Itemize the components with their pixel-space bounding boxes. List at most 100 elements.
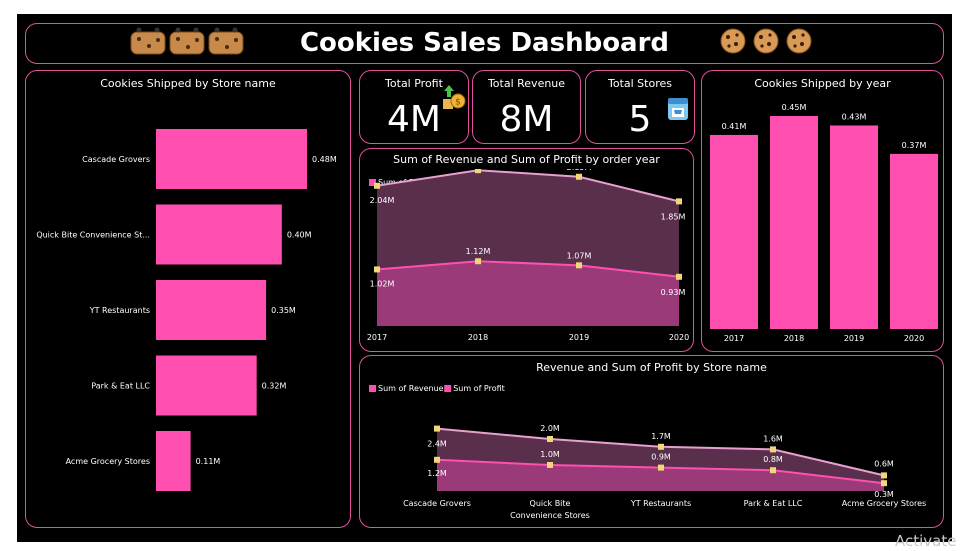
data-label: 0.9M <box>651 453 671 462</box>
data-point <box>770 467 776 474</box>
bar <box>156 204 282 265</box>
x-tick-label: Convenience Stores <box>510 511 590 520</box>
data-point <box>770 446 776 453</box>
data-label: 0.6M <box>874 459 894 468</box>
chart-title: Cookies Shipped by year <box>754 77 891 90</box>
category-label: Quick Bite Convenience St... <box>36 231 150 240</box>
legend-swatch <box>369 385 376 392</box>
legend-swatch <box>444 385 452 392</box>
bar <box>830 125 878 329</box>
data-point <box>658 443 664 450</box>
data-label: 0.48M <box>312 155 337 164</box>
data-point <box>434 456 440 463</box>
data-point <box>475 169 481 174</box>
data-point <box>434 425 440 432</box>
bar <box>156 355 257 416</box>
legend-label: Sum of Revenue <box>378 384 444 393</box>
cookie-icon <box>719 26 814 60</box>
category-label: Acme Grocery Stores <box>66 457 150 466</box>
kpi-total-revenue[interactable]: Total Revenue 8M <box>472 70 581 144</box>
chart-title: Sum of Revenue and Sum of Profit by orde… <box>393 153 660 166</box>
data-label: 0.45M <box>782 103 807 112</box>
data-point <box>475 258 481 265</box>
bar <box>156 431 191 491</box>
data-point <box>576 262 582 269</box>
revenue-profit-year-panel: Sum of Revenue and Sum of Profit by orde… <box>359 148 694 352</box>
kpi-label: Total Revenue <box>487 77 566 90</box>
x-tick-label: 2018 <box>784 334 804 343</box>
kpi-total-profit[interactable]: Total Profit 4M $ <box>359 70 469 144</box>
data-label: 0.43M <box>842 112 867 121</box>
data-point <box>676 273 682 280</box>
activate-watermark: Activate <box>895 532 957 550</box>
x-tick-label: 2019 <box>844 334 864 343</box>
data-label: 1.7M <box>651 432 671 441</box>
bar <box>156 280 267 340</box>
data-point <box>576 173 582 180</box>
x-tick-label: YT Restaurants <box>630 499 691 508</box>
data-label: 1.0M <box>540 450 560 459</box>
category-label: YT Restaurants <box>89 306 150 315</box>
data-label: 0.8M <box>763 455 783 464</box>
cookie-jar-icon <box>129 26 254 60</box>
svg-text:$: $ <box>455 98 461 108</box>
x-tick-label: 2017 <box>367 333 387 342</box>
data-point <box>881 472 887 479</box>
bar <box>156 129 307 189</box>
data-label: 1.85M <box>661 212 686 221</box>
data-label: 0.37M <box>902 141 927 150</box>
year-shipped-panel: Cookies Shipped by year 0.41M 2017 0.45M 20… <box>701 70 944 352</box>
x-tick-label: Quick Bite <box>530 499 571 508</box>
data-label: 0.40M <box>287 231 312 240</box>
category-label: Cascade Grovers <box>82 155 150 164</box>
kpi-total-stores[interactable]: Total Stores 5 <box>585 70 695 144</box>
data-point <box>547 462 553 468</box>
chart-title: Revenue and Sum of Profit by Store name <box>536 361 767 374</box>
data-label: 2.0M <box>540 424 560 433</box>
revenue-area <box>377 170 679 277</box>
chart-title: Cookies Shipped by Store name <box>100 77 276 90</box>
bar <box>770 116 818 329</box>
data-label: 2.04M <box>370 196 395 205</box>
data-label: 0.35M <box>271 306 296 315</box>
data-point <box>374 182 380 189</box>
x-tick-label: 2020 <box>669 333 689 342</box>
legend-label: Sum of Profit <box>453 384 505 393</box>
header-panel: Cookies Sales Dashboard <box>25 23 944 64</box>
x-tick-label: Park & Eat LLC <box>744 499 803 508</box>
revenue-profit-store-chart: Sum of Revenue Sum of Profit 2.4M 2.0M 1.7M 1… <box>369 384 926 520</box>
data-point <box>374 266 380 273</box>
category-label: Park & Eat LLC <box>91 382 150 391</box>
x-tick-label: 2020 <box>904 334 924 343</box>
data-label: 2.15M <box>567 169 592 172</box>
x-tick-label: 2018 <box>468 333 488 342</box>
x-tick-label: 2019 <box>569 333 589 342</box>
x-tick-label: 2017 <box>724 334 744 343</box>
store-shipped-chart: Cascade Grovers 0.48M Quick Bite Convenien… <box>36 129 337 491</box>
x-tick-label: Cascade Grovers <box>403 499 471 508</box>
data-point <box>658 464 664 471</box>
x-tick-label: Acme Grocery Stores <box>842 499 926 508</box>
data-label: 0.41M <box>722 122 747 131</box>
bar <box>710 134 758 329</box>
store-shipped-panel: Cookies Shipped by Store name Cascade Gr… <box>25 70 351 528</box>
store-icon <box>668 98 688 120</box>
data-label: 0.11M <box>196 457 221 466</box>
kpi-value: 8M <box>499 99 554 140</box>
data-label: 1.2M <box>427 469 447 478</box>
data-label: 0.32M <box>262 382 287 391</box>
data-point <box>676 198 682 205</box>
data-label: 0.93M <box>661 288 686 297</box>
data-point <box>881 480 887 487</box>
kpi-label: Total Stores <box>608 77 672 90</box>
bar <box>890 153 938 329</box>
data-label: 1.6M <box>763 434 783 443</box>
data-label: 2.4M <box>427 440 447 449</box>
data-label: 1.12M <box>466 247 491 256</box>
revenue-profit-year-chart: Sum of RevenueSum of Profit2.04M2.23M2.1… <box>367 169 689 342</box>
data-label: 1.07M <box>567 251 592 260</box>
data-label: 1.02M <box>370 279 395 288</box>
money-icon: $ <box>443 85 466 109</box>
year-shipped-chart: 0.41M 2017 0.45M 2018 0.43M 2019 0.37M 2020 <box>710 103 938 343</box>
data-point <box>547 436 553 442</box>
